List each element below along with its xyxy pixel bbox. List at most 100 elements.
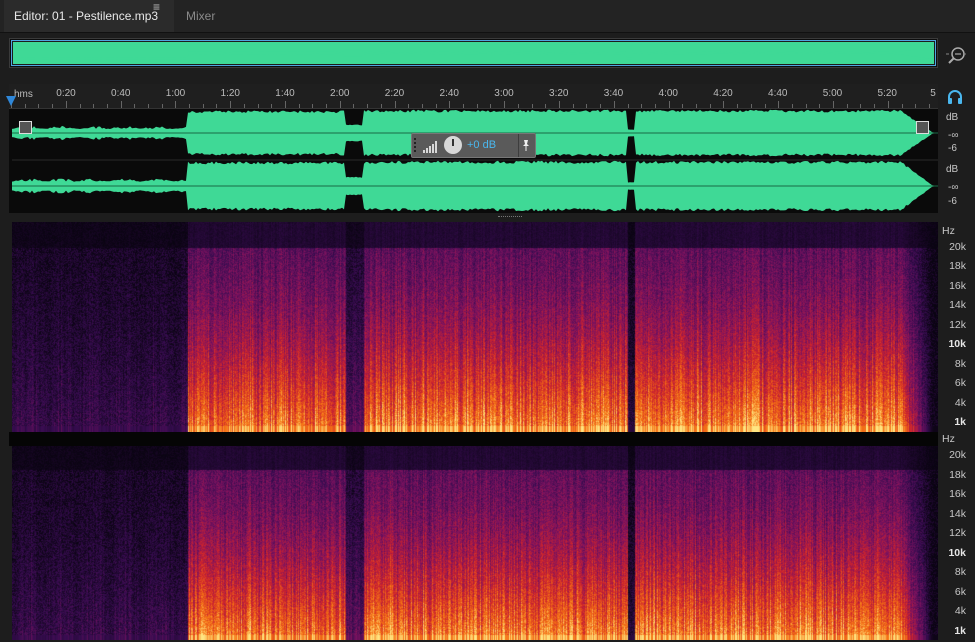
ruler-tick-label: 2:20 bbox=[385, 88, 404, 99]
frequency-unit-label: Hz bbox=[942, 433, 960, 445]
playhead-marker[interactable] bbox=[6, 96, 16, 106]
ruler-tick bbox=[641, 104, 642, 108]
ruler-tick bbox=[162, 104, 163, 108]
ruler-tick bbox=[258, 104, 259, 108]
ruler-tick bbox=[38, 104, 39, 108]
ruler-tick bbox=[449, 101, 450, 108]
frequency-tick-label: 10k bbox=[938, 338, 966, 350]
ruler-tick bbox=[655, 104, 656, 108]
ruler-tick bbox=[737, 104, 738, 108]
fade-out-handle[interactable] bbox=[916, 121, 929, 134]
frequency-tick-label: 18k bbox=[938, 469, 966, 481]
ruler-tick bbox=[312, 104, 313, 108]
hud-gain-value[interactable]: +0 dB bbox=[467, 139, 496, 151]
ruler-tick bbox=[326, 104, 327, 108]
ruler-tick-label: 2:00 bbox=[330, 88, 349, 99]
frequency-tick-label: 6k bbox=[938, 586, 966, 598]
tab-mixer[interactable]: Mixer bbox=[186, 0, 215, 32]
ruler-tick-label: 5:00 bbox=[823, 88, 842, 99]
waveform-db-unit: dB bbox=[946, 164, 958, 175]
waveform-db-label: -∞ bbox=[948, 130, 958, 141]
tab-editor[interactable]: Editor: 01 - Pestilence.mp3 bbox=[4, 0, 174, 32]
ruler-tick bbox=[367, 104, 368, 108]
ruler-tick bbox=[271, 104, 272, 108]
ruler-tick bbox=[669, 101, 670, 108]
ruler-tick bbox=[545, 104, 546, 108]
ruler-tick bbox=[792, 104, 793, 108]
ruler-tick-label: 4:40 bbox=[768, 88, 787, 99]
ruler-tick bbox=[121, 101, 122, 108]
frequency-tick-label: 4k bbox=[938, 397, 966, 409]
ruler-tick bbox=[66, 101, 67, 108]
headphones-icon[interactable] bbox=[947, 90, 963, 104]
ruler-tick bbox=[723, 101, 724, 108]
ruler-tick bbox=[778, 101, 779, 108]
ruler-tick-label: 1:20 bbox=[221, 88, 240, 99]
ruler-tick bbox=[600, 104, 601, 108]
waveform-db-unit: dB bbox=[946, 112, 958, 123]
grip-icon[interactable] bbox=[414, 137, 420, 154]
frequency-tick-label: 1k bbox=[938, 416, 966, 428]
ruler-tick-label: 3:20 bbox=[549, 88, 568, 99]
ruler-tick bbox=[189, 104, 190, 108]
frequency-tick-label: 1k bbox=[938, 625, 966, 637]
ruler-tick bbox=[175, 101, 176, 108]
ruler-tick bbox=[573, 104, 574, 108]
ruler-tick-label: 3:40 bbox=[604, 88, 623, 99]
ruler-tick bbox=[340, 101, 341, 108]
ruler-tick bbox=[230, 101, 231, 108]
ruler-tick bbox=[682, 104, 683, 108]
volume-bars-icon bbox=[423, 141, 439, 153]
ruler-tick bbox=[381, 104, 382, 108]
ruler-tick bbox=[107, 104, 108, 108]
ruler-tick bbox=[902, 104, 903, 108]
overview-waveform bbox=[13, 42, 934, 64]
frequency-tick-label: 6k bbox=[938, 377, 966, 389]
ruler-tick-label: 4:00 bbox=[659, 88, 678, 99]
ruler-tick bbox=[532, 104, 533, 108]
ruler-tick bbox=[490, 104, 491, 108]
ruler-tick bbox=[559, 101, 560, 108]
ruler-tick bbox=[422, 104, 423, 108]
ruler-tick bbox=[765, 104, 766, 108]
ruler-tick bbox=[463, 104, 464, 108]
frequency-tick-label: 16k bbox=[938, 280, 966, 292]
ruler-tick bbox=[710, 104, 711, 108]
waveform-db-label: -∞ bbox=[948, 182, 958, 193]
zoom-icon[interactable] bbox=[945, 44, 967, 66]
frequency-tick-label: 12k bbox=[938, 319, 966, 331]
ruler-tick-label: 0:20 bbox=[56, 88, 75, 99]
frequency-tick-label: 4k bbox=[938, 605, 966, 617]
tab-editor-label: Editor: 01 - Pestilence.mp3 bbox=[14, 9, 158, 23]
ruler-tick-label: 3:00 bbox=[494, 88, 513, 99]
ruler-tick bbox=[915, 104, 916, 108]
ruler-tick bbox=[628, 104, 629, 108]
ruler-tick bbox=[395, 101, 396, 108]
frequency-tick-label: 16k bbox=[938, 488, 966, 500]
pin-icon[interactable] bbox=[521, 139, 531, 151]
ruler-tick-label: 0:40 bbox=[111, 88, 130, 99]
fade-in-handle[interactable] bbox=[19, 121, 32, 134]
ruler-tick bbox=[80, 104, 81, 108]
volume-knob-icon[interactable] bbox=[444, 136, 462, 154]
ruler-tick bbox=[134, 104, 135, 108]
frequency-tick-label: 8k bbox=[938, 566, 966, 578]
ruler-tick-label: 4:20 bbox=[713, 88, 732, 99]
frequency-tick-label: 20k bbox=[938, 241, 966, 253]
ruler-tick bbox=[203, 104, 204, 108]
panel-splitter[interactable] bbox=[498, 216, 522, 220]
ruler-tick bbox=[874, 104, 875, 108]
waveform-db-label: -6 bbox=[948, 196, 957, 207]
waveform-display bbox=[12, 109, 938, 213]
spectrogram-channel-2[interactable] bbox=[12, 446, 938, 640]
ruler-tick bbox=[299, 104, 300, 108]
frequency-tick-label: 10k bbox=[938, 547, 966, 559]
ruler-tick bbox=[436, 104, 437, 108]
ruler-tick bbox=[751, 104, 752, 108]
frequency-tick-label: 14k bbox=[938, 508, 966, 520]
ruler-tick bbox=[52, 104, 53, 108]
hamburger-icon[interactable]: ≡ bbox=[153, 0, 160, 14]
frequency-tick-label: 20k bbox=[938, 449, 966, 461]
spectrogram-channel-1[interactable] bbox=[12, 222, 938, 432]
channel-divider bbox=[9, 432, 938, 446]
